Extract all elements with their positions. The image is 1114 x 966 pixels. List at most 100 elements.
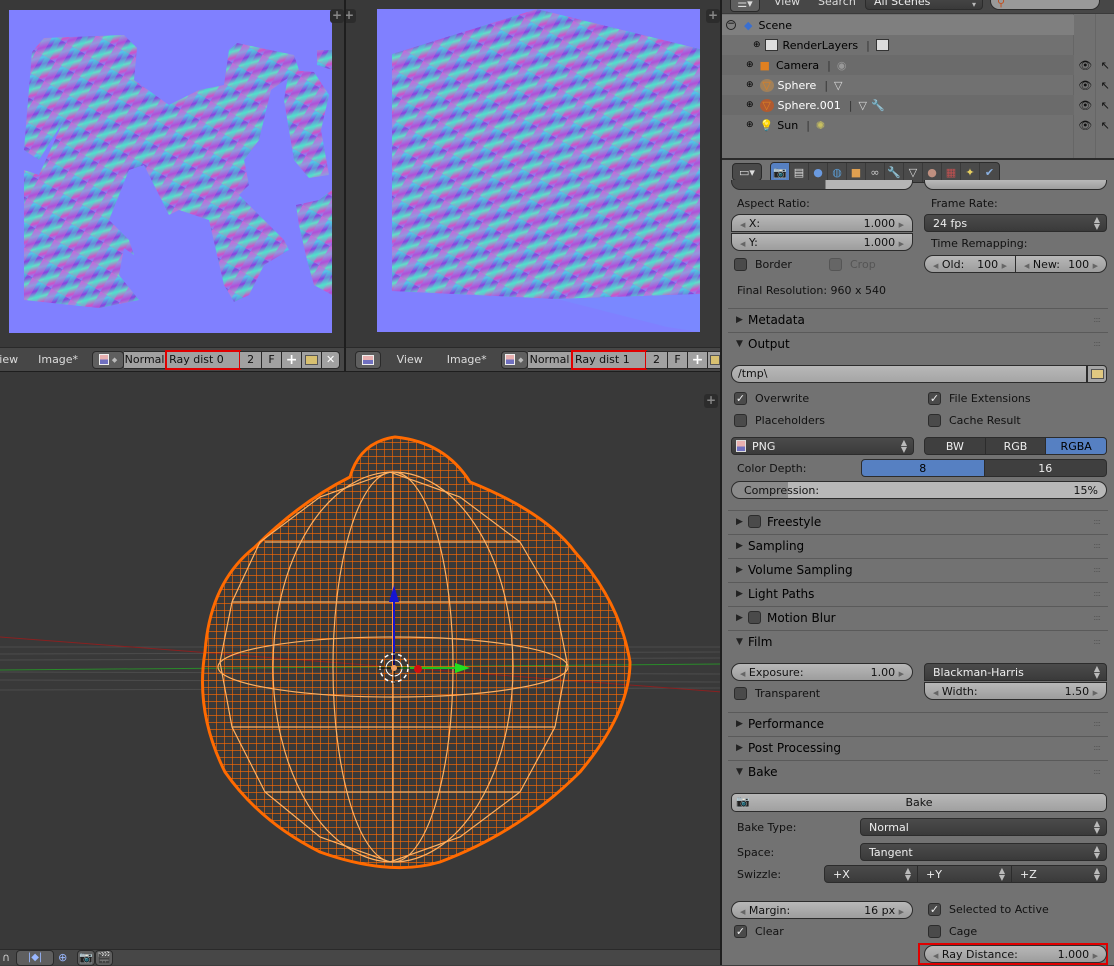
- pixel-filter-dropdown[interactable]: Blackman-Harris ▲ ▼: [924, 663, 1107, 681]
- modifiers-tab[interactable]: 🔧: [885, 162, 904, 182]
- image-editor-left[interactable]: +: [0, 0, 344, 347]
- view-menu[interactable]: View: [387, 353, 433, 366]
- checkbox[interactable]: [928, 414, 941, 427]
- swizzle-b-dropdown[interactable]: +Z ▲ ▼: [1011, 865, 1107, 883]
- image-editor-right[interactable]: + +: [346, 0, 722, 347]
- area-split-plus-icon[interactable]: +: [704, 394, 718, 408]
- checkbox-checked[interactable]: ✓: [928, 392, 941, 405]
- cursor-select-icon[interactable]: ↖: [1101, 99, 1110, 112]
- drag-grip-icon[interactable]: ::::: [1093, 315, 1101, 324]
- unlink-image-button[interactable]: ✕: [322, 350, 341, 369]
- render-tab[interactable]: 📷: [771, 162, 790, 182]
- checkbox-checked[interactable]: ✓: [734, 392, 747, 405]
- drag-grip-icon[interactable]: ::::: [1093, 339, 1101, 348]
- bake-button[interactable]: 📷 Bake: [731, 793, 1107, 812]
- eye-icon[interactable]: 👁: [1078, 99, 1092, 112]
- file-extensions-checkbox[interactable]: ✓ File Extensions: [928, 392, 1031, 405]
- image-name-field[interactable]: Ray dist 0: [165, 349, 242, 370]
- compression-slider[interactable]: Compression: 15%: [731, 481, 1107, 499]
- render-opengl-button[interactable]: 📷: [77, 949, 96, 966]
- panel-motion-blur[interactable]: ▶ Motion Blur::::: [728, 606, 1108, 628]
- time-old-field[interactable]: ◀ Old: 100 ▶: [924, 255, 1016, 273]
- browse-folder-button[interactable]: [1087, 365, 1107, 383]
- editor-type-button[interactable]: [355, 350, 381, 369]
- snap-target-icon[interactable]: ⊕: [58, 951, 67, 964]
- snap-magnet-icon[interactable]: ∩: [2, 951, 10, 964]
- ray-distance-field[interactable]: ◀ Ray Distance: 1.000 ▶: [924, 945, 1107, 963]
- eye-icon[interactable]: 👁: [1078, 59, 1092, 72]
- viewport-canvas[interactable]: [0, 372, 722, 949]
- area-split-plus-icon[interactable]: +: [706, 9, 720, 23]
- expand-icon[interactable]: ⊕: [746, 100, 754, 110]
- transparent-checkbox[interactable]: Transparent: [734, 687, 820, 700]
- cursor-select-icon[interactable]: ↖: [1101, 79, 1110, 92]
- image-browse-button[interactable]: ◆: [92, 350, 125, 369]
- cache-result-checkbox[interactable]: Cache Result: [928, 414, 1021, 427]
- object-tab[interactable]: ■: [847, 162, 866, 182]
- checkbox[interactable]: [734, 687, 747, 700]
- area-divider[interactable]: [0, 371, 722, 372]
- checkbox[interactable]: [734, 258, 747, 271]
- aspect-y-field[interactable]: ◀ Y: 1.000 ▶: [731, 233, 913, 251]
- expand-icon[interactable]: ⊕: [753, 40, 761, 50]
- fake-user-button[interactable]: F: [262, 350, 283, 369]
- expand-icon[interactable]: ⊕: [746, 120, 754, 130]
- selected-to-active-checkbox[interactable]: ✓ Selected to Active: [928, 903, 1049, 916]
- panel-output[interactable]: ▼ Output::::: [728, 332, 1108, 354]
- overwrite-checkbox[interactable]: ✓ Overwrite: [734, 392, 809, 405]
- border-checkbox[interactable]: Border: [734, 258, 792, 271]
- panel-film[interactable]: ▼ Film::::: [728, 630, 1108, 652]
- exposure-field[interactable]: ◀ Exposure: 1.00 ▶: [731, 663, 913, 681]
- particles-tab[interactable]: ✦: [961, 162, 980, 182]
- outliner-item-sphere[interactable]: ⊕ ▽ Sphere | ▽: [722, 75, 1074, 95]
- output-path-field[interactable]: /tmp\: [731, 365, 1087, 383]
- editor-type-button[interactable]: ☰▾: [730, 0, 760, 12]
- material-tab[interactable]: ●: [923, 162, 942, 182]
- drag-grip-icon[interactable]: ::::: [1093, 613, 1101, 622]
- new-image-button[interactable]: +: [688, 350, 708, 369]
- panel-bake[interactable]: ▼ Bake::::: [728, 760, 1108, 782]
- swizzle-g-dropdown[interactable]: +Y ▲ ▼: [917, 865, 1012, 883]
- outliner-item-renderlayers[interactable]: ⊕ RenderLayers |: [722, 35, 1074, 55]
- bake-type-dropdown[interactable]: Normal ▲ ▼: [860, 818, 1107, 836]
- panel-freestyle[interactable]: ▶ Freestyle::::: [728, 510, 1108, 532]
- area-divider[interactable]: [344, 0, 346, 371]
- swizzle-r-dropdown[interactable]: +X ▲ ▼: [824, 865, 918, 883]
- color-mode-rgba[interactable]: RGBA: [1046, 437, 1108, 455]
- panel-sampling[interactable]: ▶ Sampling::::: [728, 534, 1108, 556]
- cursor-select-icon[interactable]: ↖: [1101, 119, 1110, 132]
- view-menu[interactable]: View: [774, 0, 800, 8]
- scene-tab[interactable]: ●: [809, 162, 828, 182]
- freestyle-enable-checkbox[interactable]: [748, 515, 761, 528]
- file-format-dropdown[interactable]: PNG ▲ ▼: [731, 437, 914, 455]
- physics-tab[interactable]: ✔: [980, 163, 999, 182]
- color-depth-8[interactable]: 8: [861, 459, 985, 477]
- eye-icon[interactable]: 👁: [1078, 119, 1092, 132]
- drag-grip-icon[interactable]: ::::: [1093, 637, 1101, 646]
- checkbox[interactable]: [928, 925, 941, 938]
- image-browse-button[interactable]: ◆: [500, 350, 528, 369]
- drag-grip-icon[interactable]: ::::: [1093, 565, 1101, 574]
- resolution-percentage-slider[interactable]: [731, 180, 913, 190]
- frame-rate-dropdown[interactable]: 24 fps ▲ ▼: [924, 214, 1107, 232]
- cursor-select-icon[interactable]: ↖: [1101, 59, 1110, 72]
- image-menu[interactable]: Image*: [437, 353, 497, 366]
- aspect-x-field[interactable]: ◀ X: 1.000 ▶: [731, 214, 913, 232]
- drag-grip-icon[interactable]: ::::: [1093, 589, 1101, 598]
- render-layers-tab[interactable]: ▤: [790, 162, 809, 182]
- filter-width-field[interactable]: ◀ Width: 1.50 ▶: [924, 682, 1107, 700]
- panel-post-processing[interactable]: ▶ Post Processing::::: [728, 736, 1108, 758]
- eye-icon[interactable]: 👁: [1078, 79, 1092, 92]
- users-count[interactable]: 2: [240, 350, 263, 369]
- users-count[interactable]: 2: [646, 350, 668, 369]
- scene-filter-dropdown[interactable]: All Scenes ▾: [865, 0, 983, 10]
- fake-user-button[interactable]: F: [668, 350, 688, 369]
- world-tab[interactable]: ◍: [828, 162, 847, 182]
- 3d-viewport[interactable]: +: [0, 372, 722, 949]
- crop-checkbox[interactable]: Crop: [829, 258, 876, 271]
- outliner-item-scene[interactable]: − ◆ Scene: [722, 15, 1074, 35]
- panel-light-paths[interactable]: ▶ Light Paths::::: [728, 582, 1108, 604]
- cage-checkbox[interactable]: Cage: [928, 925, 977, 938]
- checkbox-checked[interactable]: ✓: [734, 925, 747, 938]
- image-name-field[interactable]: Ray dist 1: [571, 349, 647, 370]
